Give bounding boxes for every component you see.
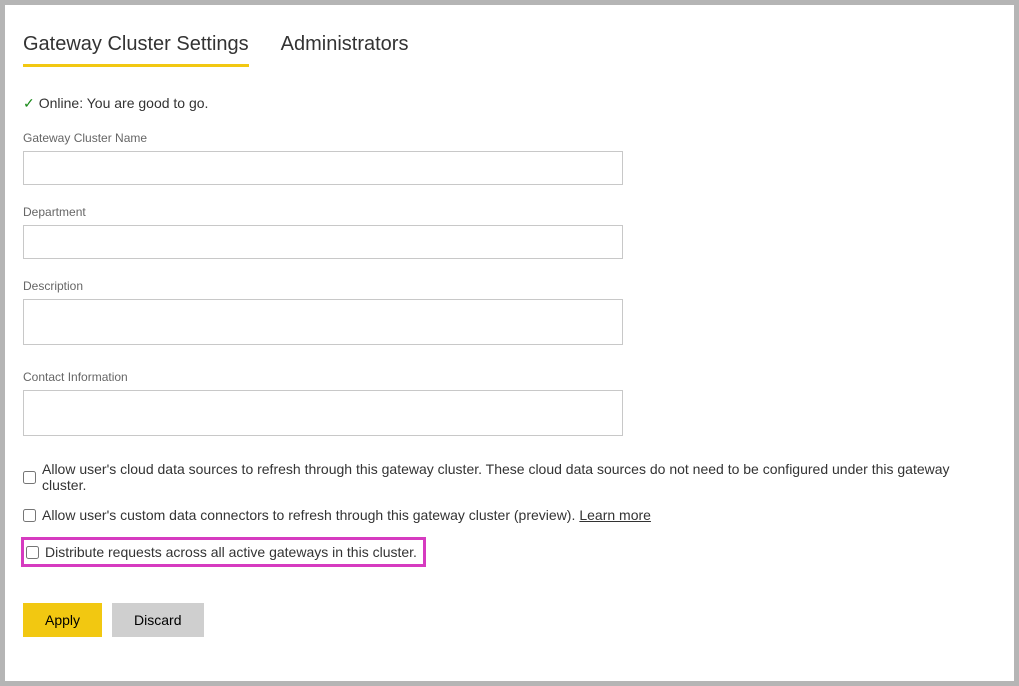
checkbox-allow-cloud[interactable] (23, 471, 36, 484)
checkbox-allow-custom-label: Allow user's custom data connectors to r… (42, 507, 575, 523)
input-contact[interactable] (23, 390, 623, 436)
checkbox-distribute-label: Distribute requests across all active ga… (45, 544, 417, 560)
field-contact: Contact Information (23, 370, 996, 441)
checkbox-allow-custom[interactable] (23, 509, 36, 522)
input-cluster-name[interactable] (23, 151, 623, 185)
tab-gateway-cluster-settings[interactable]: Gateway Cluster Settings (23, 33, 249, 67)
checkbox-row-distribute: Distribute requests across all active ga… (26, 544, 417, 560)
checkbox-row-allow-cloud: Allow user's cloud data sources to refre… (23, 461, 996, 493)
discard-button[interactable]: Discard (112, 603, 203, 637)
apply-button[interactable]: Apply (23, 603, 102, 637)
field-description: Description (23, 279, 996, 350)
field-cluster-name: Gateway Cluster Name (23, 131, 996, 185)
input-description[interactable] (23, 299, 623, 345)
label-contact: Contact Information (23, 370, 996, 384)
checkbox-row-allow-custom: Allow user's custom data connectors to r… (23, 507, 996, 523)
learn-more-link[interactable]: Learn more (579, 507, 651, 523)
label-cluster-name: Gateway Cluster Name (23, 131, 996, 145)
label-description: Description (23, 279, 996, 293)
checkbox-distribute[interactable] (26, 546, 39, 559)
label-department: Department (23, 205, 996, 219)
check-icon: ✓ (23, 96, 35, 110)
field-department: Department (23, 205, 996, 259)
tab-bar: Gateway Cluster Settings Administrators (23, 33, 996, 67)
status-row: ✓ Online: You are good to go. (23, 95, 996, 111)
status-text: Online: You are good to go. (39, 95, 209, 111)
highlight-distribute: Distribute requests across all active ga… (21, 537, 426, 567)
tab-administrators[interactable]: Administrators (281, 33, 409, 67)
button-row: Apply Discard (23, 603, 996, 637)
input-department[interactable] (23, 225, 623, 259)
settings-panel: Gateway Cluster Settings Administrators … (5, 5, 1014, 681)
checkbox-allow-cloud-label: Allow user's cloud data sources to refre… (42, 461, 996, 493)
